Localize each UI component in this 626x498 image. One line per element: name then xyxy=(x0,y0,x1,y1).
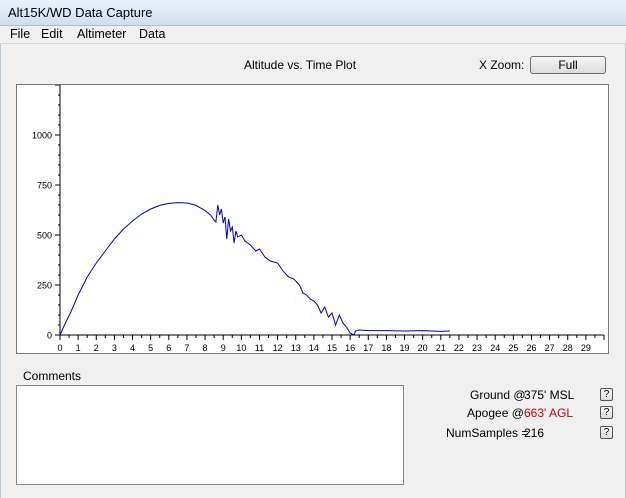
x-tick-label: 19 xyxy=(400,343,410,353)
apogee-help-button[interactable]: ? xyxy=(600,406,613,419)
x-tick-label: 9 xyxy=(221,343,226,353)
window-title: Alt15K/WD Data Capture xyxy=(8,5,153,20)
x-tick-label: 24 xyxy=(490,343,500,353)
x-tick-label: 4 xyxy=(130,343,135,353)
x-tick-label: 6 xyxy=(166,343,171,353)
comments-label: Comments xyxy=(23,369,82,383)
x-tick-label: 16 xyxy=(345,343,355,353)
xzoom-label: X Zoom: xyxy=(479,58,525,72)
x-tick-label: 18 xyxy=(381,343,391,353)
maximize-button[interactable] xyxy=(561,4,585,22)
x-tick-label: 12 xyxy=(273,343,283,353)
x-tick-label: 15 xyxy=(327,343,337,353)
x-tick-label: 21 xyxy=(436,343,446,353)
y-tick-label: 750 xyxy=(37,181,52,191)
comments-textarea[interactable] xyxy=(16,385,404,485)
menu-altimeter[interactable]: Altimeter xyxy=(77,27,126,41)
numsamples-label: NumSamples = xyxy=(446,426,529,440)
x-tick-label: 23 xyxy=(472,343,482,353)
menu-bar: File Edit Altimeter Data xyxy=(0,26,626,44)
numsamples-help-button[interactable]: ? xyxy=(600,426,613,439)
x-tick-label: 26 xyxy=(526,343,536,353)
plot-canvas: 025050075010000 1 2 3 4 5 6 7 8 9 10 11 12 13 14 15 16 17… xyxy=(32,85,605,353)
x-tick-label: 14 xyxy=(309,343,319,353)
x-tick-label: 2 xyxy=(94,343,99,353)
x-tick-label: 28 xyxy=(563,343,573,353)
x-tick-label: 27 xyxy=(545,343,555,353)
x-tick-label: 10 xyxy=(236,343,246,353)
menu-edit[interactable]: Edit xyxy=(41,27,63,41)
numsamples-value: 216 xyxy=(524,426,545,440)
x-tick-label: 20 xyxy=(418,343,428,353)
altitude-series-line xyxy=(59,202,450,336)
plot-title: Altitude vs. Time Plot xyxy=(244,58,357,72)
x-tick-label: 0 xyxy=(57,343,62,353)
y-tick-label: 250 xyxy=(37,281,52,291)
x-tick-label: 25 xyxy=(508,343,518,353)
close-button[interactable] xyxy=(592,4,616,22)
x-tick-label: 7 xyxy=(184,343,189,353)
apogee-value: 663' AGL xyxy=(524,406,573,420)
x-tick-label: 17 xyxy=(363,343,373,353)
ground-label: Ground @ xyxy=(470,388,526,402)
x-tick-label: 1 xyxy=(76,343,81,353)
y-tick-label: 500 xyxy=(37,231,52,241)
menu-file[interactable]: File xyxy=(10,27,30,41)
y-tick-label: 1000 xyxy=(32,131,52,141)
title-bar: Alt15K/WD Data Capture xyxy=(0,0,626,26)
apogee-label: Apogee @ xyxy=(467,406,524,420)
minimize-button[interactable] xyxy=(532,4,556,22)
x-tick-label: 11 xyxy=(255,343,264,353)
ground-help-button[interactable]: ? xyxy=(600,388,613,401)
altitude-plot: 0 250 500 750 1000 0 1 2 3 4 5 6 7 8 9 10 11 12 13 14 15 16 17… xyxy=(16,84,609,354)
x-tick-label: 5 xyxy=(148,343,153,353)
x-tick-label: 13 xyxy=(291,343,301,353)
y-tick-label: 0 xyxy=(47,331,52,341)
x-tick-label: 8 xyxy=(203,343,208,353)
menu-data[interactable]: Data xyxy=(139,27,165,41)
x-tick-label: 22 xyxy=(454,343,464,353)
xzoom-full-button[interactable]: Full xyxy=(530,56,606,74)
x-tick-label: 29 xyxy=(581,343,591,353)
ground-value: 375' MSL xyxy=(524,388,575,402)
x-tick-label: 3 xyxy=(112,343,117,353)
